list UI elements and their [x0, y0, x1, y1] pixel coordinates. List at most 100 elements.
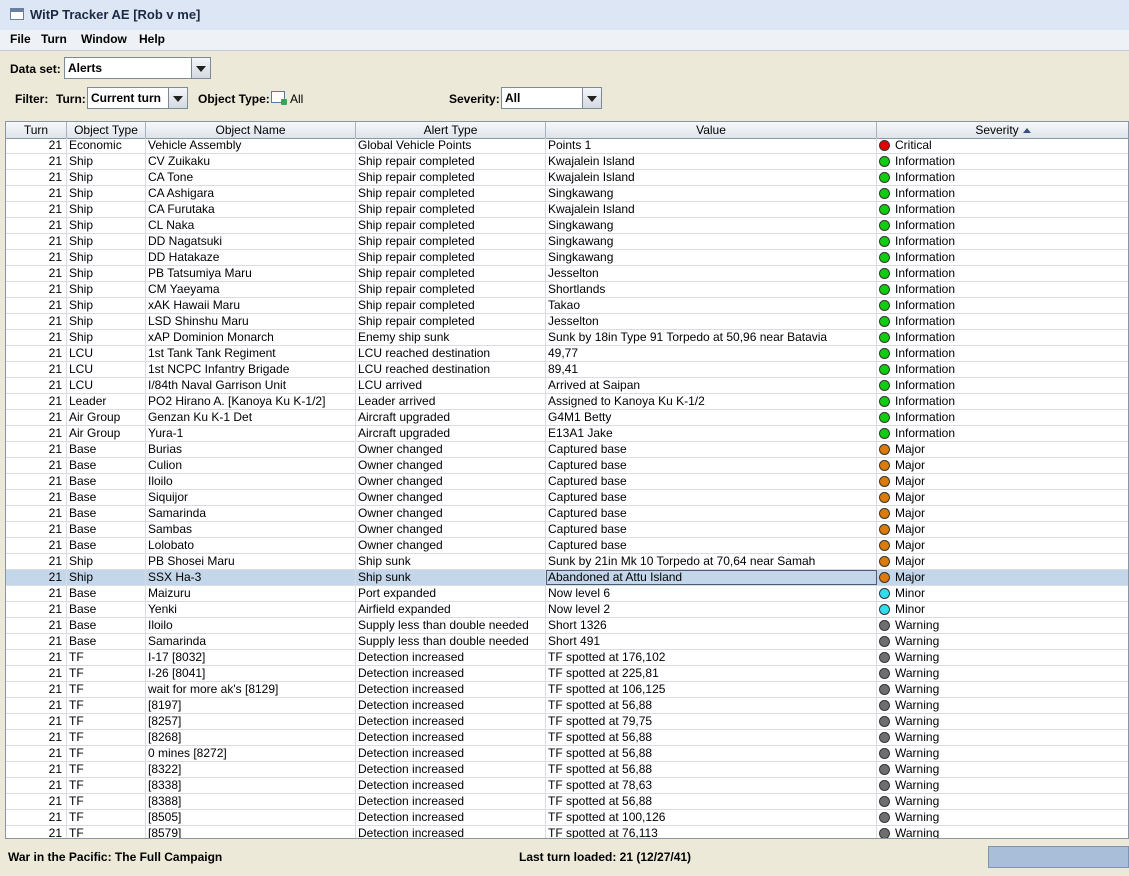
table-row[interactable]: 21 LCU 1st Tank Tank Regiment LCU reached d… — [6, 346, 1128, 362]
table-row[interactable]: 21 Ship CA Ashigara Ship repair completed Si… — [6, 186, 1128, 202]
table-row[interactable]: 21 Base Yenki Airfield expanded Now level 2 M… — [6, 602, 1128, 618]
cell-value: Abandoned at Attu Island — [546, 570, 877, 585]
table-row[interactable]: 21 Base Culion Owner changed Captured base Ma… — [6, 458, 1128, 474]
table-row[interactable]: 21 LCU I/84th Naval Garrison Unit LCU arriv… — [6, 378, 1128, 394]
table-row[interactable]: 21 Leader PO2 Hirano A. [Kanoya Ku K-1/2] L… — [6, 394, 1128, 410]
table-row[interactable]: 21 Ship xAP Dominion Monarch Enemy ship sun… — [6, 330, 1128, 346]
table-row[interactable]: 21 Base Burias Owner changed Captured base Ma… — [6, 442, 1128, 458]
table-row[interactable]: 21 Base Maizuru Port expanded Now level 6 Min… — [6, 586, 1128, 602]
cell-value: Captured base — [546, 490, 877, 505]
cell-value: TF spotted at 106,125 — [546, 682, 877, 697]
cell-severity: Warning — [877, 666, 1128, 681]
table-row[interactable]: 21 TF wait for more ak's [8129] Detection i… — [6, 682, 1128, 698]
menu-file[interactable]: File — [10, 32, 31, 46]
severity-label: Warning — [895, 826, 940, 839]
table-row[interactable]: 21 Ship CA Furutaka Ship repair completed Kw… — [6, 202, 1128, 218]
table-row[interactable]: 21 TF 0 mines [8272] Detection increased TF … — [6, 746, 1128, 762]
cell-turn: 21 — [6, 186, 67, 201]
chevron-down-icon[interactable] — [582, 88, 601, 108]
table-row[interactable]: 21 Base Samarinda Owner changed Captured bas… — [6, 506, 1128, 522]
column-header-severity[interactable]: Severity — [877, 122, 1128, 138]
chevron-down-icon[interactable] — [191, 58, 210, 78]
table-row[interactable]: 21 Base Sambas Owner changed Captured base Ma… — [6, 522, 1128, 538]
cell-severity: Major — [877, 442, 1128, 457]
menu-help[interactable]: Help — [139, 32, 165, 46]
severity-label: Warning — [895, 698, 940, 712]
cell-object-type: Ship — [67, 314, 146, 329]
severity-dot-icon — [879, 252, 890, 263]
cell-alert-type: Airfield expanded — [356, 602, 546, 617]
table-row[interactable]: 21 Base Iloilo Supply less than double need… — [6, 618, 1128, 634]
cell-object-type: LCU — [67, 362, 146, 377]
cell-turn: 21 — [6, 570, 67, 585]
table-row[interactable]: 21 TF [8505] Detection increased TF spotted … — [6, 810, 1128, 826]
cell-value: Captured base — [546, 458, 877, 473]
table-row[interactable]: 21 TF [8338] Detection increased TF spotted … — [6, 778, 1128, 794]
table-row[interactable]: 21 Ship CL Naka Ship repair completed Singka… — [6, 218, 1128, 234]
cell-severity: Information — [877, 378, 1128, 393]
cell-object-name: [8388] — [146, 794, 356, 809]
cell-severity: Information — [877, 330, 1128, 345]
window-icon — [10, 8, 24, 20]
table-row[interactable]: 21 TF I-17 [8032] Detection increased TF spo… — [6, 650, 1128, 666]
table-row[interactable]: 21 Ship CV Zuikaku Ship repair completed Kwa… — [6, 154, 1128, 170]
table-row[interactable]: 21 Ship SSX Ha-3 Ship sunk Abandoned at Attu… — [6, 570, 1128, 586]
cell-value: Singkawang — [546, 234, 877, 249]
table-row[interactable]: 21 Ship CA Tone Ship repair completed Kwajal… — [6, 170, 1128, 186]
table-row[interactable]: 21 Ship CM Yaeyama Ship repair completed Sho… — [6, 282, 1128, 298]
column-header-object-type[interactable]: Object Type — [67, 122, 146, 138]
severity-dot-icon — [879, 172, 890, 183]
table-row[interactable]: 21 TF [8268] Detection increased TF spotted … — [6, 730, 1128, 746]
table-row[interactable]: 21 Ship PB Shosei Maru Ship sunk Sunk by 21i… — [6, 554, 1128, 570]
table-row[interactable]: 21 TF [8579] Detection increased TF spotted … — [6, 826, 1128, 839]
table-row[interactable]: 21 Base Siquijor Owner changed Captured base… — [6, 490, 1128, 506]
table-row[interactable]: 21 Air Group Yura-1 Aircraft upgraded E13A1 … — [6, 426, 1128, 442]
chevron-down-icon[interactable] — [168, 88, 187, 108]
table-row[interactable]: 21 Ship PB Tatsumiya Maru Ship repair compl… — [6, 266, 1128, 282]
table-row[interactable]: 21 Ship xAK Hawaii Maru Ship repair complet… — [6, 298, 1128, 314]
column-header-object-name[interactable]: Object Name — [146, 122, 356, 138]
window-title: WitP Tracker AE [Rob v me] — [30, 7, 201, 22]
cell-alert-type: Detection increased — [356, 746, 546, 761]
object-type-value[interactable]: All — [290, 92, 303, 106]
table-row[interactable]: 21 TF [8388] Detection increased TF spotted … — [6, 794, 1128, 810]
table-row[interactable]: 21 TF [8257] Detection increased TF spotted … — [6, 714, 1128, 730]
severity-label: Information — [895, 170, 956, 184]
cell-turn: 21 — [6, 410, 67, 425]
column-header-alert-type[interactable]: Alert Type — [356, 122, 546, 138]
cell-object-name: 1st Tank Tank Regiment — [146, 346, 356, 361]
cell-severity: Information — [877, 234, 1128, 249]
menu-window[interactable]: Window — [81, 32, 127, 46]
severity-label: Major — [895, 490, 926, 504]
table-row[interactable]: 21 Ship DD Nagatsuki Ship repair completed S… — [6, 234, 1128, 250]
severity-dot-icon — [879, 780, 890, 791]
table-row[interactable]: 21 Economic Vehicle Assembly Global Vehicle… — [6, 138, 1128, 154]
cell-object-type: Ship — [67, 154, 146, 169]
cell-severity: Major — [877, 554, 1128, 569]
cell-turn: 21 — [6, 282, 67, 297]
column-header-turn[interactable]: Turn — [6, 122, 67, 138]
table-row[interactable]: 21 LCU 1st NCPC Infantry Brigade LCU reache… — [6, 362, 1128, 378]
alerts-table[interactable]: Turn Object Type Object Name Alert Type … — [5, 121, 1129, 839]
menu-turn[interactable]: Turn — [41, 32, 67, 46]
severity-filter-select[interactable]: All — [501, 87, 602, 109]
table-row[interactable]: 21 Base Lolobato Owner changed Captured base… — [6, 538, 1128, 554]
cell-turn: 21 — [6, 394, 67, 409]
table-row[interactable]: 21 Ship DD Hatakaze Ship repair completed Si… — [6, 250, 1128, 266]
cell-severity: Warning — [877, 810, 1128, 825]
dataset-select[interactable]: Alerts — [64, 57, 211, 79]
cell-object-type: TF — [67, 698, 146, 713]
cell-value: G4M1 Betty — [546, 410, 877, 425]
cell-severity: Information — [877, 170, 1128, 185]
turn-filter-select[interactable]: Current turn — [87, 87, 188, 109]
table-row[interactable]: 21 TF I-26 [8041] Detection increased TF spo… — [6, 666, 1128, 682]
severity-label: Major — [895, 538, 926, 552]
table-row[interactable]: 21 TF [8322] Detection increased TF spotted … — [6, 762, 1128, 778]
table-row[interactable]: 21 Base Iloilo Owner changed Captured base Ma… — [6, 474, 1128, 490]
table-row[interactable]: 21 Air Group Genzan Ku K-1 Det Aircraft upg… — [6, 410, 1128, 426]
column-header-value[interactable]: Value — [546, 122, 877, 138]
object-type-filter-icon[interactable] — [271, 91, 287, 105]
table-row[interactable]: 21 Base Samarinda Supply less than double n… — [6, 634, 1128, 650]
table-row[interactable]: 21 Ship LSD Shinshu Maru Ship repair comple… — [6, 314, 1128, 330]
table-row[interactable]: 21 TF [8197] Detection increased TF spotted … — [6, 698, 1128, 714]
